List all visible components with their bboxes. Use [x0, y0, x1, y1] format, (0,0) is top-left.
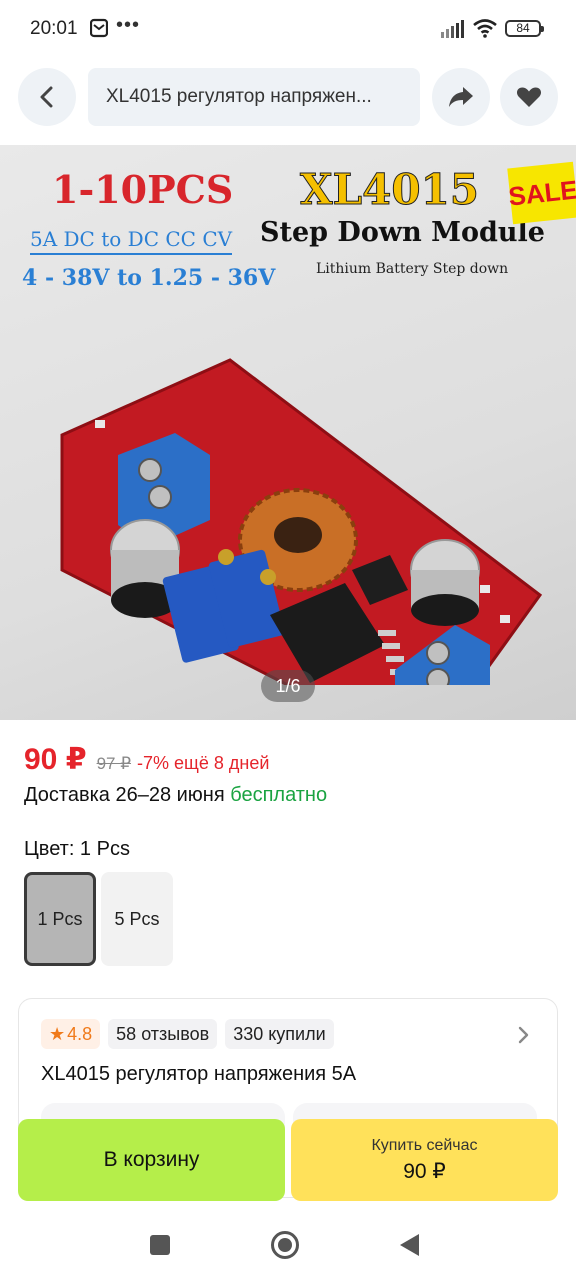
reviews-count: 58 отзывов: [108, 1019, 218, 1049]
rating-badge: ★ 4.8: [41, 1019, 101, 1049]
image-model-name: XL4015: [299, 165, 480, 215]
buy-now-price: 90 ₽: [403, 1159, 446, 1183]
image-caption: Lithium Battery Step down: [316, 261, 509, 277]
old-price: 97 ₽: [96, 754, 132, 773]
sale-badge: SALE: [507, 161, 576, 225]
status-time: 20:01: [30, 18, 78, 39]
share-button[interactable]: [432, 68, 490, 126]
search-input[interactable]: XL4015 регулятор напряжен...: [88, 68, 420, 126]
image-promo-quantity: 1-10PCS: [52, 167, 234, 212]
chevron-left-icon: [40, 86, 53, 108]
favorite-button[interactable]: [500, 68, 558, 126]
delivery-free: бесплатно: [230, 784, 328, 806]
option-5-pcs[interactable]: 5 Pcs: [101, 872, 173, 966]
current-price: 90 ₽: [24, 743, 87, 776]
search-text: XL4015 регулятор напряжен...: [106, 86, 372, 107]
wifi-icon: [473, 19, 497, 38]
battery-icon: 84: [505, 20, 544, 37]
buy-now-button[interactable]: Купить сейчас 90 ₽: [291, 1119, 558, 1201]
product-image-carousel[interactable]: 1-10PCS 5A DC to DC CC CV 4 - 38V to 1.2…: [0, 145, 576, 720]
product-title: XL4015 регулятор напряжения 5A: [41, 1063, 357, 1085]
discount-text: -7% ещё 8 дней: [137, 753, 270, 773]
home-icon[interactable]: [271, 1231, 299, 1259]
back-triangle-icon[interactable]: [400, 1234, 419, 1256]
system-nav-bar: [0, 1214, 576, 1280]
star-icon: ★: [49, 1023, 66, 1044]
heart-icon: [516, 87, 542, 107]
delivery-dates: Доставка 26–28 июня: [24, 784, 225, 806]
price-row: 90 ₽ 97 ₽ -7% ещё 8 дней: [24, 742, 269, 777]
notification-dots: •••: [116, 14, 141, 36]
option-1-pcs[interactable]: 1 Pcs: [24, 872, 96, 966]
share-icon: [449, 87, 473, 107]
bought-count: 330 купили: [225, 1019, 334, 1049]
message-icon: [90, 18, 108, 38]
chevron-right-icon: [518, 1026, 529, 1044]
top-bar: XL4015 регулятор напряжен...: [0, 62, 576, 134]
image-counter: 1/6: [261, 670, 315, 702]
add-to-cart-button[interactable]: В корзину: [18, 1119, 285, 1201]
status-bar: 20:01 ••• 84: [0, 0, 576, 58]
image-spec-line-1: 5A DC to DC CC CV: [30, 227, 233, 255]
rating-value: 4.8: [67, 1023, 93, 1044]
recents-icon[interactable]: [150, 1235, 170, 1255]
delivery-info: Доставка 26–28 июня бесплатно: [24, 784, 327, 807]
circuit-board-illustration: [60, 358, 543, 685]
rating-chips: ★ 4.8 58 отзывов 330 купили: [41, 1019, 334, 1049]
back-button[interactable]: [18, 68, 76, 126]
signal-icon: [441, 20, 464, 38]
image-subtitle: Step Down Module: [260, 217, 545, 248]
color-label: Цвет: 1 Pcs: [24, 838, 130, 860]
buy-now-label: Купить сейчас: [371, 1136, 478, 1154]
